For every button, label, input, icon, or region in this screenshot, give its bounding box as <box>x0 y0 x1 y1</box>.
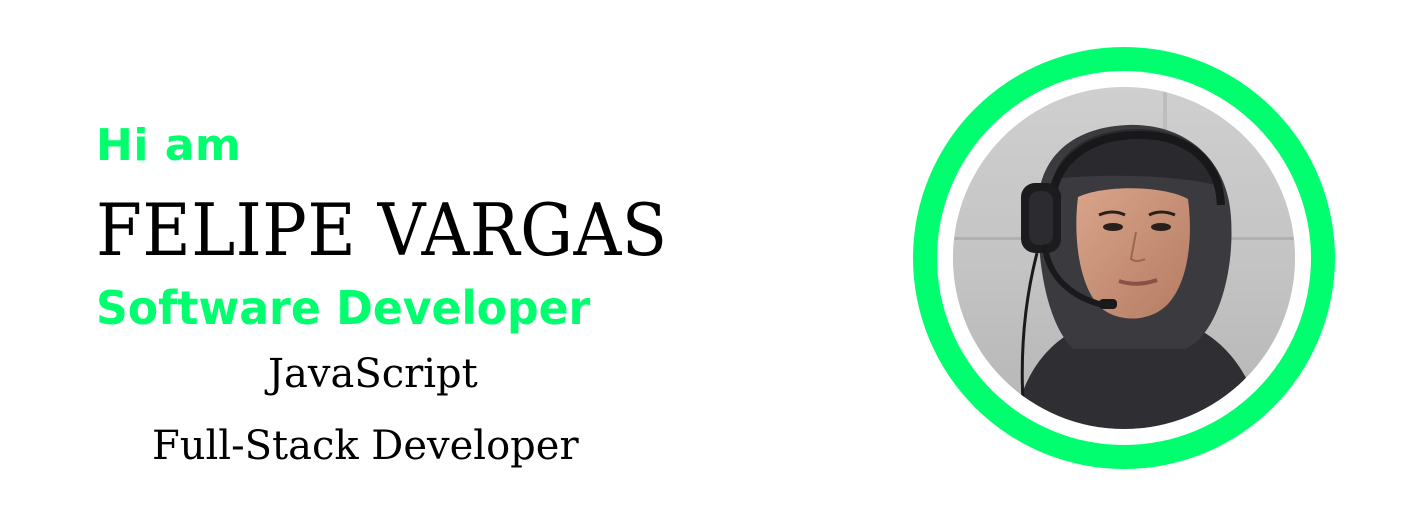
profile-name: FELIPE VARGAS <box>96 188 668 272</box>
skill-item: Full-Stack Developer <box>152 423 579 469</box>
skill-item: JavaScript <box>268 351 478 397</box>
hero-section: Hi am FELIPE VARGAS Software Developer J… <box>0 0 1414 510</box>
avatar <box>953 87 1295 429</box>
avatar-gap <box>937 71 1311 445</box>
role-title: Software Developer <box>96 281 591 335</box>
greeting-text: Hi am <box>96 120 242 171</box>
profile-photo-icon <box>953 87 1295 429</box>
avatar-ring <box>913 47 1335 469</box>
